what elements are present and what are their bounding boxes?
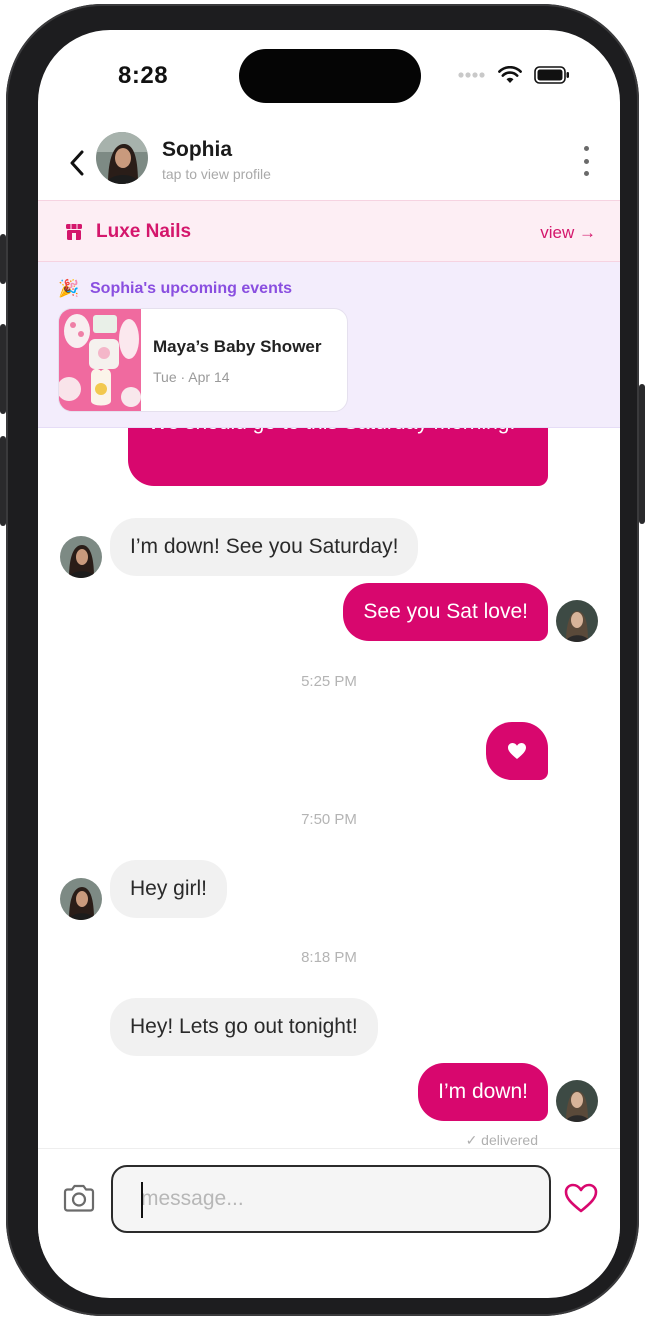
power-button [639, 384, 645, 524]
business-name: Luxe Nails [96, 221, 192, 242]
more-vertical-icon [583, 146, 589, 151]
message-bubble-incoming[interactable]: I’m down! See you Saturday! [110, 518, 419, 576]
message-list[interactable]: We should go to this Saturday morning! I… [38, 380, 620, 1150]
contact-avatar-small [60, 536, 102, 578]
message-bubble-incoming[interactable]: Hey girl! [110, 860, 228, 918]
phone-frame: 8:28 Sophia tap to view profile Luxe Nai… [0, 4, 645, 1316]
send-heart-button[interactable] [563, 1182, 599, 1219]
text-caret [141, 1182, 143, 1218]
message-text: Hey girl! [130, 877, 208, 900]
event-image [59, 309, 141, 411]
more-options-button[interactable] [580, 146, 592, 176]
back-button[interactable] [66, 146, 88, 180]
events-title: Sophia's upcoming events [90, 280, 293, 297]
view-business-link[interactable]: view → [540, 223, 596, 243]
event-name: Maya’s Baby Shower [153, 337, 322, 356]
message-bubble-outgoing[interactable]: See you Sat love! [343, 583, 548, 641]
user-avatar-small [556, 600, 598, 642]
chat-header: Sophia tap to view profile [38, 128, 620, 198]
upcoming-events-panel: 🎉 Sophia's upcoming events Maya’s Baby S… [38, 262, 620, 428]
message-text: I’m down! See you Saturday! [130, 535, 399, 558]
dynamic-island [239, 49, 421, 103]
timestamp: 8:18 PM [301, 949, 357, 966]
chevron-left-icon [70, 150, 84, 176]
party-popper-icon: 🎉 [58, 279, 80, 298]
event-card[interactable]: Maya’s Baby Shower Tue · Apr 14 [58, 308, 348, 412]
contact-name[interactable]: Sophia [162, 138, 232, 162]
message-composer [38, 1148, 620, 1258]
message-text: See you Sat love! [363, 600, 528, 623]
profile-photo-icon [96, 132, 148, 184]
message-input[interactable] [111, 1165, 551, 1233]
contact-avatar[interactable] [96, 132, 148, 184]
volume-down-button [0, 436, 6, 526]
message-bubble-outgoing[interactable]: I’m down! [418, 1063, 548, 1121]
contact-subtitle[interactable]: tap to view profile [162, 166, 271, 182]
storefront-icon [66, 224, 82, 240]
heart-icon [508, 743, 526, 759]
action-button [0, 234, 6, 284]
event-date: Tue · Apr 14 [153, 369, 230, 385]
status-time: 8:28 [118, 62, 169, 89]
timestamp: 5:25 PM [301, 673, 357, 690]
message-bubble-incoming[interactable]: Hey! Lets go out tonight! [110, 998, 378, 1056]
business-banner[interactable]: Luxe Nails view → [38, 200, 620, 262]
timestamp: 7:50 PM [301, 811, 357, 828]
wifi-icon [498, 66, 522, 83]
message-text: Hey! Lets go out tonight! [130, 1015, 358, 1038]
signal-icon [458, 72, 485, 78]
status-indicators [458, 66, 570, 84]
heart-outline-icon [564, 1183, 598, 1213]
message-text: I’m down! [438, 1080, 528, 1103]
delivery-status: ✓ delivered [465, 1132, 538, 1148]
camera-icon [63, 1184, 95, 1212]
screen: 8:28 Sophia tap to view profile Luxe Nai… [38, 30, 620, 1298]
camera-button[interactable] [62, 1183, 96, 1218]
contact-avatar-small [60, 878, 102, 920]
heart-reaction-bubble[interactable] [486, 722, 548, 780]
volume-up-button [0, 324, 6, 414]
battery-icon [534, 66, 569, 84]
user-avatar-small [556, 1080, 598, 1122]
